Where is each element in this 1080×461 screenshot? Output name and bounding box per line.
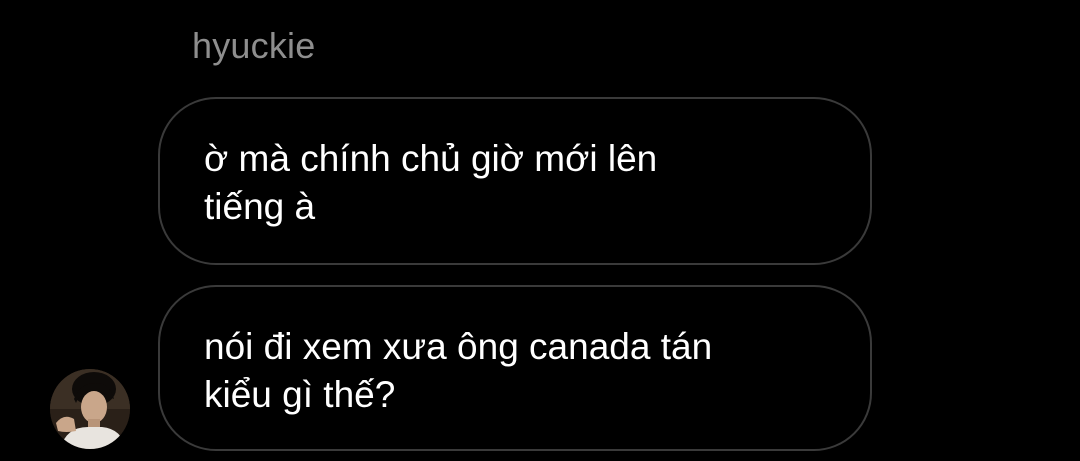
message-text: nói đi xem xưa ông canada tán kiểu gì th…: [204, 326, 713, 415]
sender-name: hyuckie: [192, 25, 316, 66]
profile-photo-icon: [50, 369, 130, 449]
avatar[interactable]: [50, 369, 130, 449]
message-text: ờ mà chính chủ giờ mới lên tiếng à: [204, 138, 658, 227]
message-bubble[interactable]: ờ mà chính chủ giờ mới lên tiếng à: [158, 97, 872, 265]
message-bubble[interactable]: nói đi xem xưa ông canada tán kiểu gì th…: [158, 285, 872, 451]
